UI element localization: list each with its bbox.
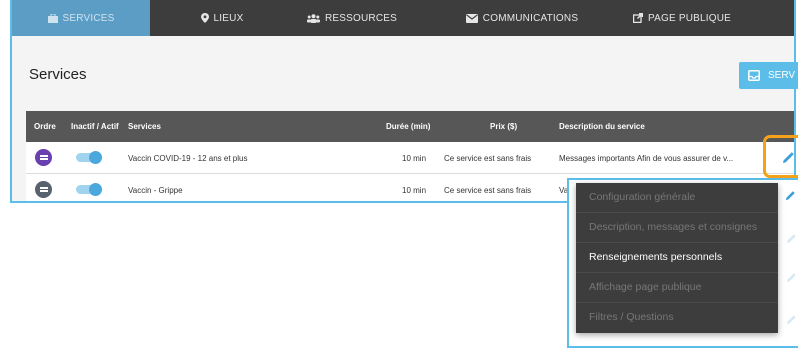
envelope-icon: [465, 13, 478, 23]
external-link-icon: [633, 13, 643, 23]
tab-page-publique[interactable]: PAGE PUBLIQUE: [632, 0, 732, 36]
main-panel: SERVICES LIEUX RESSOURCES COMMUNICATIONS…: [10, 0, 796, 203]
header-services[interactable]: Services: [128, 122, 161, 131]
service-price: Ce service est sans frais: [444, 186, 532, 195]
tab-services[interactable]: SERVICES: [12, 0, 150, 36]
inbox-icon: [748, 70, 760, 81]
tab-communications[interactable]: COMMUNICATIONS: [462, 0, 582, 36]
top-navbar: SERVICES LIEUX RESSOURCES COMMUNICATIONS…: [12, 0, 794, 36]
service-duration: 10 min: [402, 186, 427, 195]
users-icon: [306, 13, 320, 23]
table-row: Vaccin COVID-19 - 12 ans et plus 10 min …: [26, 142, 794, 174]
edit-pencil-icon[interactable]: [786, 314, 797, 325]
edit-pencil-icon[interactable]: [786, 272, 797, 283]
map-pin-icon: [200, 13, 209, 23]
briefcase-icon: [47, 13, 58, 23]
tab-lieux[interactable]: LIEUX: [192, 0, 252, 36]
edit-pencil-icon[interactable]: [785, 190, 796, 201]
toggle-knob: [89, 151, 102, 164]
menu-item-description[interactable]: Description, messages et consignes: [576, 213, 778, 243]
header-ordre[interactable]: Ordre: [34, 122, 56, 131]
drag-lines-icon: [39, 155, 48, 160]
tab-lieux-label: LIEUX: [213, 12, 244, 24]
active-toggle[interactable]: [76, 151, 102, 164]
drag-lines-icon: [39, 187, 48, 192]
menu-item-filtres[interactable]: Filtres / Questions: [576, 303, 778, 332]
service-description: Messages importants Afin de vous assurer…: [559, 154, 734, 163]
page-title: Services: [29, 66, 87, 83]
tab-ressources[interactable]: RESSOURCES: [302, 0, 402, 36]
tab-services-label: SERVICES: [62, 12, 115, 24]
header-prix[interactable]: Prix ($): [490, 122, 517, 131]
edit-pencil-icon[interactable]: [786, 233, 797, 244]
tab-page-publique-label: PAGE PUBLIQUE: [648, 12, 731, 24]
tab-ressources-label: RESSOURCES: [324, 12, 397, 24]
menu-item-affichage[interactable]: Affichage page publique: [576, 273, 778, 303]
tab-communications-label: COMMUNICATIONS: [482, 12, 579, 24]
table-header: Ordre Inactif / Actif Services Durée (mi…: [26, 111, 794, 142]
service-name: Vaccin COVID-19 - 12 ans et plus: [128, 154, 248, 163]
toggle-knob: [89, 183, 102, 196]
service-price: Ce service est sans frais: [444, 154, 532, 163]
menu-item-renseignements[interactable]: Renseignements personnels: [576, 243, 778, 273]
edit-pencil-icon[interactable]: [782, 152, 794, 164]
add-service-label: SERV: [768, 70, 796, 81]
edit-dropdown-menu: Configuration générale Description, mess…: [576, 183, 778, 333]
header-duree[interactable]: Durée (min): [386, 122, 430, 131]
header-actif[interactable]: Inactif / Actif: [71, 122, 119, 131]
order-handle[interactable]: [35, 181, 52, 198]
add-service-button[interactable]: SERV: [739, 62, 798, 89]
active-toggle[interactable]: [76, 183, 102, 196]
menu-item-configuration[interactable]: Configuration générale: [576, 183, 778, 213]
service-name: Vaccin - Grippe: [128, 186, 183, 195]
service-duration: 10 min: [402, 154, 427, 163]
header-description[interactable]: Description du service: [559, 122, 645, 131]
order-handle[interactable]: [35, 149, 52, 166]
